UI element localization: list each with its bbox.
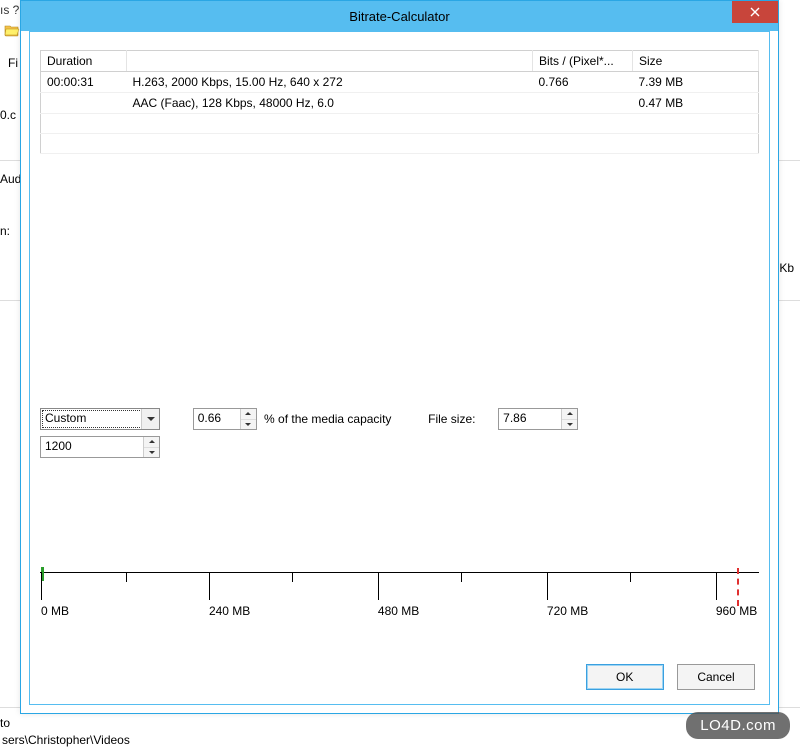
chevron-down-icon[interactable] [141,409,159,429]
ruler-label: 480 MB [378,604,419,618]
table-row[interactable]: 00:00:31 H.263, 2000 Kbps, 15.00 Hz, 640… [41,72,759,93]
table-row[interactable]: AAC (Faac), 128 Kbps, 48000 Hz, 6.0 0.47… [41,93,759,114]
col-bits[interactable]: Bits / (Pixel*... [533,51,633,72]
ruler-tick [461,572,462,582]
cancel-button[interactable]: Cancel [677,664,755,690]
ruler-tick [716,572,717,600]
col-description[interactable] [127,51,533,72]
bg-label: Aud [0,172,21,186]
bg-label: Kb [779,261,794,275]
col-size[interactable]: Size [633,51,759,72]
titlebar[interactable]: Bitrate-Calculator [21,1,778,31]
spin-down-icon[interactable] [144,448,159,458]
bitrate-spinner[interactable]: 1200 [40,436,160,458]
bg-label: Fi [8,56,18,70]
cell-bits [533,93,633,114]
capacity-spinner[interactable]: 0.66 [193,408,257,430]
size-ruler[interactable]: 0 MB 240 MB 480 MB 720 MB 960 MB [40,572,759,624]
spin-up-icon[interactable] [144,437,159,448]
ruler-tick [126,572,127,582]
close-icon [750,7,760,17]
ruler-label: 240 MB [209,604,250,618]
col-duration[interactable]: Duration [41,51,127,72]
dialog-body: Duration Bits / (Pixel*... Size 00:00:31… [29,31,770,705]
dialog-actions: OK Cancel [576,664,755,690]
watermark: LO4D.com [686,712,790,739]
ruler-tick [209,572,210,600]
filesize-label: File size: [428,412,475,426]
bg-label: to [0,716,10,730]
table-row [41,114,759,134]
ruler-tick [41,572,42,600]
ruler-axis [40,572,759,573]
cell-size: 0.47 MB [633,93,759,114]
table-header-row: Duration Bits / (Pixel*... Size [41,51,759,72]
ruler-tick [547,572,548,600]
ruler-label: 0 MB [41,604,69,618]
preset-combo[interactable]: Custom [40,408,160,430]
bg-menu-fragment: ıs ? [0,3,19,17]
cell-desc: H.263, 2000 Kbps, 15.00 Hz, 640 x 272 [127,72,533,93]
bitrate-calculator-dialog: Bitrate-Calculator Duration Bits / (Pixe… [20,0,779,714]
bg-path: sers\Christopher\Videos [2,733,130,747]
cell-desc: AAC (Faac), 128 Kbps, 48000 Hz, 6.0 [127,93,533,114]
preset-value: Custom [41,409,90,427]
filesize-spinner[interactable]: 7.86 [498,408,578,430]
streams-table: Duration Bits / (Pixel*... Size 00:00:31… [40,50,759,154]
folder-open-icon [4,22,20,38]
ruler-limit-marker [737,568,739,606]
capacity-value: 0.66 [194,409,225,427]
cell-duration: 00:00:31 [41,72,127,93]
bitrate-value: 1200 [41,437,76,455]
ruler-tick [292,572,293,582]
ruler-tick [378,572,379,600]
cell-bits: 0.766 [533,72,633,93]
ruler-tick [630,572,631,582]
dialog-title: Bitrate-Calculator [349,9,449,24]
cell-duration [41,93,127,114]
cell-size: 7.39 MB [633,72,759,93]
spin-up-icon[interactable] [241,409,256,420]
controls-row: Custom 0.66 % of the media capacity File… [40,408,759,458]
ruler-label: 960 MB [716,604,757,618]
capacity-label: % of the media capacity [264,412,391,426]
close-button[interactable] [732,1,778,23]
table-row [41,134,759,154]
filesize-value: 7.86 [499,409,530,427]
ruler-label: 720 MB [547,604,588,618]
spin-down-icon[interactable] [562,420,577,430]
spin-down-icon[interactable] [241,420,256,430]
ok-button[interactable]: OK [586,664,664,690]
bg-label: 0.c [0,108,16,122]
bg-label: n: [0,224,10,238]
spin-up-icon[interactable] [562,409,577,420]
